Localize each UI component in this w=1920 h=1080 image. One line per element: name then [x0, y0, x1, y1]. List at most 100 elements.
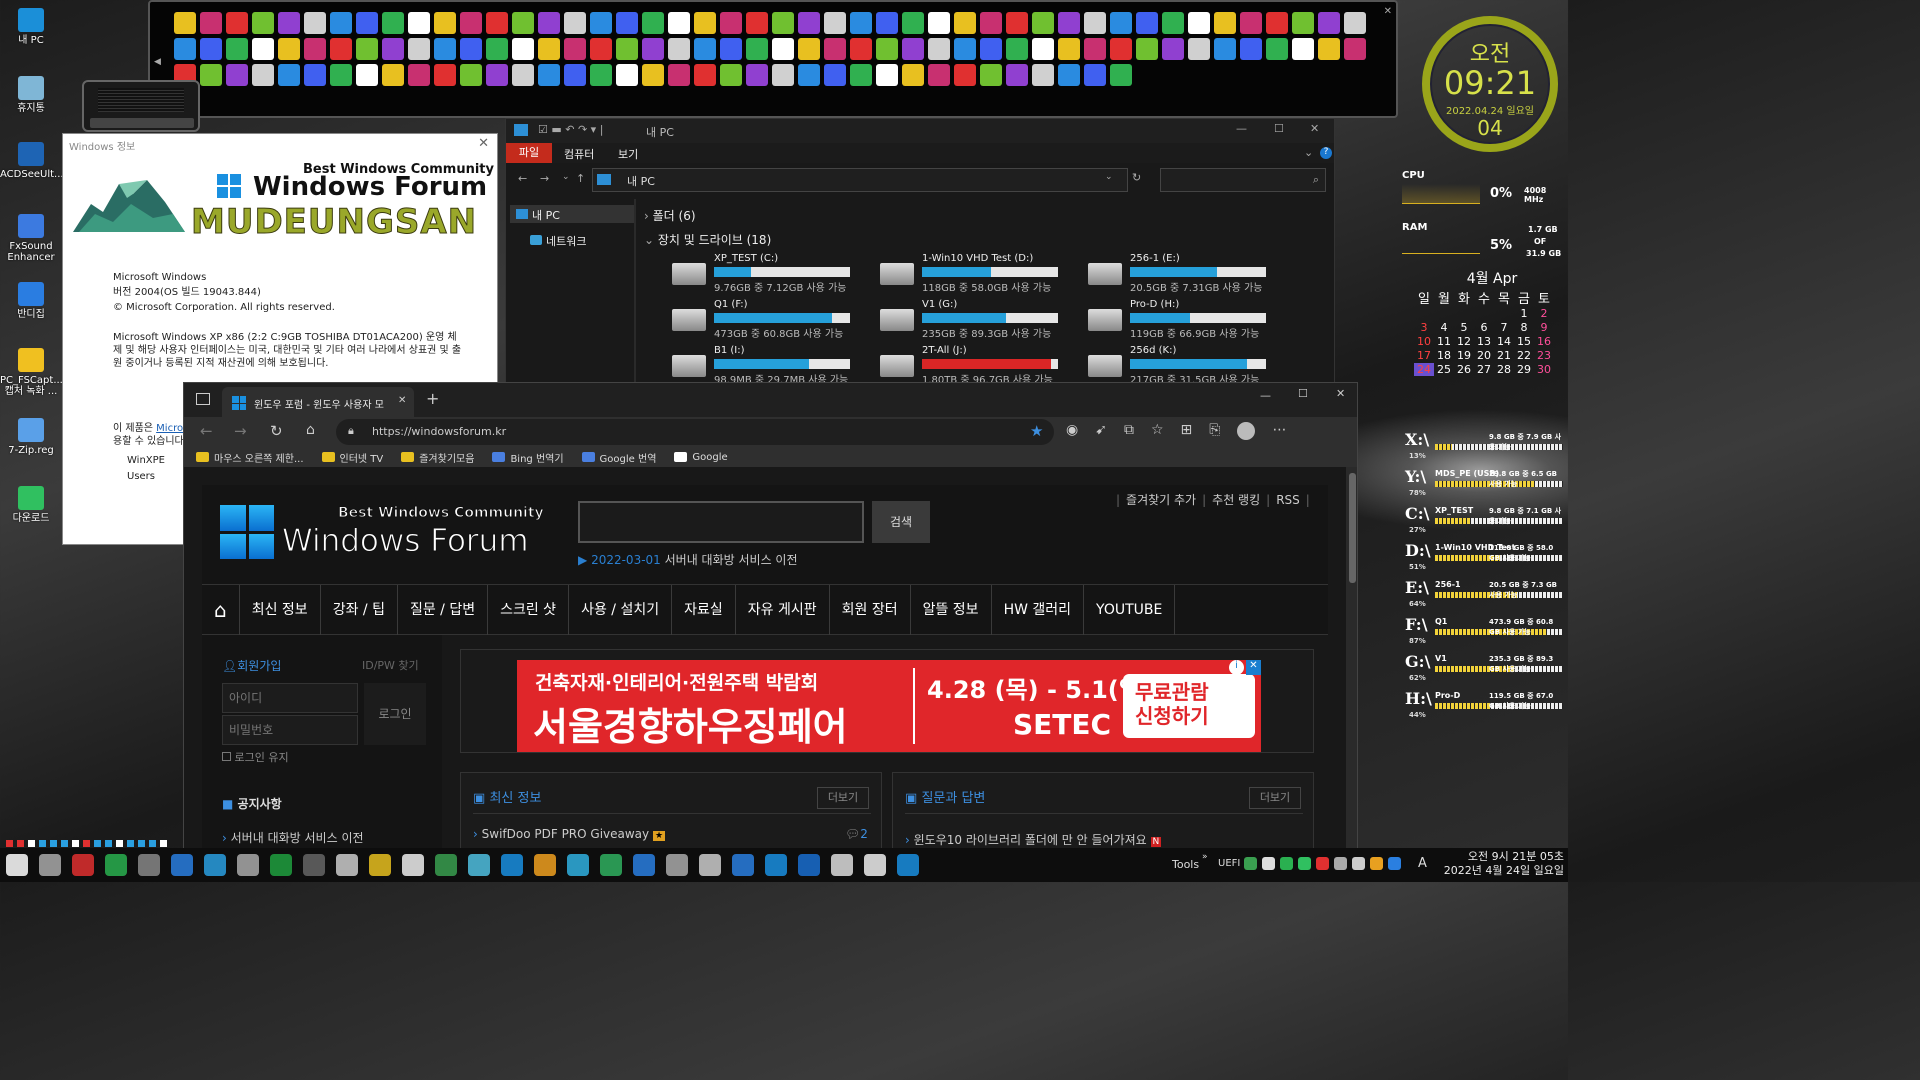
app-launcher-icon[interactable]	[876, 12, 898, 34]
minimize-icon[interactable]: —	[1260, 389, 1271, 402]
mini-tray-icon[interactable]	[160, 840, 167, 847]
app-launcher-icon[interactable]	[1162, 38, 1184, 60]
site-search-input[interactable]	[578, 501, 864, 543]
taskbar-app-icon[interactable]	[897, 854, 919, 876]
bookmark-item[interactable]: Google	[674, 452, 728, 463]
address-input[interactable]: 내 PC ⌄	[592, 168, 1128, 192]
favorite-star-icon[interactable]: ★	[1030, 422, 1043, 440]
app-launcher-icon[interactable]	[1006, 38, 1028, 60]
app-launcher-icon[interactable]	[304, 38, 326, 60]
calendar-day[interactable]: 10	[1414, 335, 1434, 348]
app-launcher-icon[interactable]	[642, 38, 664, 60]
desktop-icon[interactable]: 내 PC	[0, 8, 62, 46]
site-nav-item[interactable]: HW 갤러리	[992, 585, 1085, 635]
mini-tray-icon[interactable]	[83, 840, 90, 847]
app-launcher-icon[interactable]	[616, 38, 638, 60]
site-nav-item[interactable]: 최신 정보	[240, 585, 321, 635]
password-input[interactable]	[222, 715, 358, 745]
app-launcher-icon[interactable]	[1136, 38, 1158, 60]
app-launcher-icon[interactable]	[174, 12, 196, 34]
logo-title[interactable]: Windows Forum	[282, 523, 530, 560]
app-launcher-icon[interactable]	[1136, 12, 1158, 34]
new-tab-icon[interactable]: +	[426, 389, 439, 408]
tray-icon[interactable]	[1334, 857, 1347, 870]
desktop-icon[interactable]: FxSound Enhancer	[0, 214, 62, 263]
taskbar-app-icon[interactable]	[138, 854, 160, 876]
app-launcher-icon[interactable]	[200, 64, 222, 86]
taskbar-app-icon[interactable]	[567, 854, 589, 876]
app-launcher-icon[interactable]	[928, 38, 950, 60]
site-logo-icon[interactable]	[220, 505, 274, 559]
up-icon[interactable]: ↑	[576, 172, 585, 185]
site-nav-item[interactable]: 자료실	[672, 585, 736, 635]
calendar-day[interactable]: 11	[1434, 335, 1454, 348]
calendar-day[interactable]	[1414, 307, 1434, 320]
app-launcher-icon[interactable]	[1058, 64, 1080, 86]
app-launcher-icon[interactable]	[1318, 38, 1340, 60]
calendar-day[interactable]: 28	[1494, 363, 1514, 376]
app-launcher-icon[interactable]	[538, 64, 560, 86]
app-launcher-icon[interactable]	[564, 64, 586, 86]
drive-tile[interactable]: 1-Win10 VHD Test (D:) 118GB 중 58.0GB 사용 가…	[880, 253, 1080, 297]
adchoices-icon[interactable]: i	[1229, 660, 1244, 675]
app-launcher-icon[interactable]	[1188, 38, 1210, 60]
app-launcher-icon[interactable]	[954, 38, 976, 60]
tab-windowsforum[interactable]: 윈도우 포럼 - 윈도우 사용자 모 ✕	[222, 387, 414, 417]
minimize-icon[interactable]: —	[1236, 122, 1247, 135]
tray-icon[interactable]	[1352, 857, 1365, 870]
app-launcher-icon[interactable]	[772, 12, 794, 34]
app-launcher-icon[interactable]	[590, 12, 612, 34]
app-launcher-icon[interactable]	[174, 38, 196, 60]
profile-icon[interactable]	[1237, 422, 1256, 440]
tools-toolbar[interactable]: Tools	[1172, 858, 1199, 871]
app-launcher-icon[interactable]	[1344, 12, 1366, 34]
home-icon[interactable]: ⌂	[202, 585, 240, 635]
app-launcher-icon[interactable]	[1240, 38, 1262, 60]
calendar-day[interactable]: 8	[1514, 321, 1534, 334]
app-launcher-icon[interactable]	[1214, 38, 1236, 60]
mini-tray-icon[interactable]	[61, 840, 68, 847]
taskbar-app-icon[interactable]	[303, 854, 325, 876]
help-icon[interactable]: ?	[1320, 147, 1332, 159]
bookmark-item[interactable]: 마우스 오른쪽 제한...	[196, 450, 304, 465]
chevron-down-icon[interactable]: ⌄	[1304, 146, 1313, 159]
app-launcher-icon[interactable]	[330, 64, 352, 86]
app-launcher-icon[interactable]	[772, 38, 794, 60]
taskbar-app-icon[interactable]	[171, 854, 193, 876]
app-launcher-icon[interactable]	[252, 38, 274, 60]
site-nav-item[interactable]: 스크린 샷	[488, 585, 570, 635]
calendar-day[interactable]: 27	[1474, 363, 1494, 376]
app-launcher-icon[interactable]	[538, 12, 560, 34]
calendar-day[interactable]: 2	[1534, 307, 1554, 320]
calendar-day[interactable]: 5	[1454, 321, 1474, 334]
taskbar-app-icon[interactable]	[600, 854, 622, 876]
tab-view[interactable]: 보기	[618, 146, 638, 162]
taskbar-app-icon[interactable]	[534, 854, 556, 876]
top-link[interactable]: RSS	[1276, 493, 1300, 507]
quick-access-icons[interactable]: ☑ ▬ ↶ ↷ ▾ |	[538, 123, 603, 136]
mini-tray-icon[interactable]	[149, 840, 156, 847]
desktop-icon[interactable]: PC_FSCapt... 캡처 녹화 ...	[0, 348, 63, 397]
app-launcher-icon[interactable]	[720, 12, 742, 34]
app-launcher-icon[interactable]	[824, 38, 846, 60]
app-launcher-icon[interactable]	[278, 12, 300, 34]
forward-icon[interactable]: →	[234, 422, 247, 440]
app-launcher-icon[interactable]	[1110, 64, 1132, 86]
nav-item-network[interactable]: 네트워크	[510, 227, 636, 248]
app-launcher-icon[interactable]	[200, 12, 222, 34]
taskbar-app-icon[interactable]	[633, 854, 655, 876]
app-launcher-icon[interactable]	[512, 12, 534, 34]
desktop-icon[interactable]: 반디집	[0, 282, 62, 320]
app-launcher-icon[interactable]	[850, 64, 872, 86]
nav-item-this-pc[interactable]: 내 PC	[510, 205, 636, 223]
chevron-down-icon[interactable]: ⌄	[1105, 172, 1113, 182]
app-launcher-icon[interactable]	[616, 12, 638, 34]
notice-banner[interactable]: ▶ 2022-03-01 서버내 대화방 서비스 이전	[578, 551, 798, 568]
app-launcher-icon[interactable]	[876, 38, 898, 60]
close-icon[interactable]: ✕	[1336, 387, 1345, 400]
site-nav-item[interactable]: 강좌 / 팁	[321, 585, 398, 635]
search-input[interactable]: ⌕	[1160, 168, 1326, 192]
app-launcher-icon[interactable]	[564, 38, 586, 60]
mini-tray-icon[interactable]	[50, 840, 57, 847]
app-launcher-icon[interactable]	[1188, 12, 1210, 34]
